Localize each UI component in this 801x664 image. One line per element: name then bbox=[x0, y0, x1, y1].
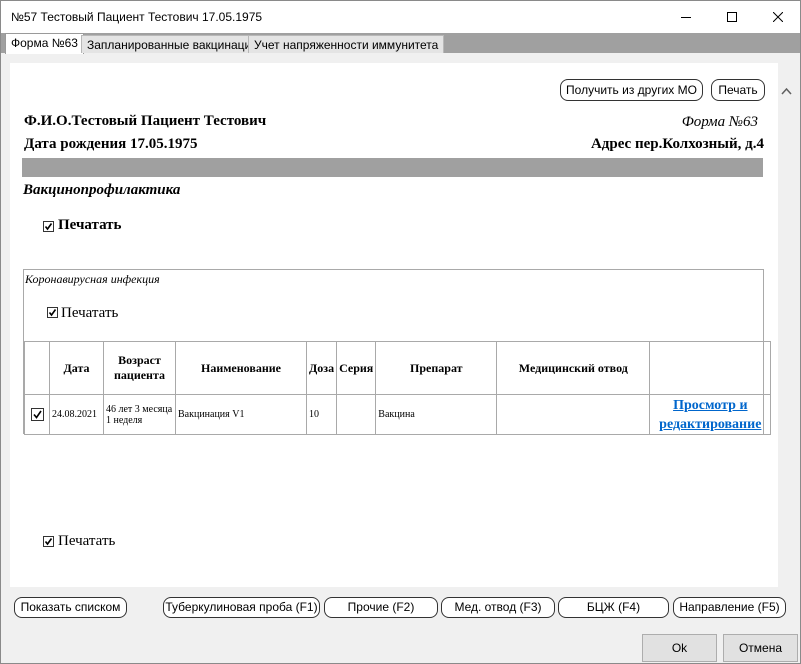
column-header-date: Дата bbox=[49, 341, 104, 395]
group-print-checkbox[interactable] bbox=[47, 307, 58, 318]
tuberculin-test-button[interactable]: Туберкулиновая проба (F1) bbox=[163, 597, 320, 618]
close-icon bbox=[773, 12, 783, 22]
row-age: 46 лет 3 месяца 1 неделя bbox=[103, 394, 176, 435]
column-header-name: Наименование bbox=[175, 341, 307, 395]
row-drug: Вакцина bbox=[375, 394, 498, 435]
section-print-checkbox[interactable] bbox=[43, 221, 54, 232]
window-title: №57 Тестовый Пациент Тестович 17.05.1975 bbox=[11, 10, 263, 24]
print-button[interactable]: Печать bbox=[711, 79, 765, 101]
column-header-age: Возраст пациента bbox=[103, 341, 176, 395]
patient-birthdate: Дата рождения 17.05.1975 bbox=[24, 136, 198, 152]
view-edit-link[interactable]: Просмотр и редактирование bbox=[659, 398, 761, 432]
group-print-label: Печатать bbox=[61, 305, 119, 321]
ok-button[interactable]: Ok bbox=[642, 634, 717, 662]
scroll-up-arrow-icon[interactable] bbox=[778, 83, 795, 100]
checkmark-icon bbox=[32, 410, 42, 419]
minimize-button[interactable] bbox=[663, 1, 709, 33]
row-select-checkbox[interactable] bbox=[30, 408, 44, 421]
column-header-series: Серия bbox=[336, 341, 377, 395]
tab-form63[interactable]: Форма №63 bbox=[5, 33, 84, 54]
column-header-medical-exemption: Медицинский отвод bbox=[496, 341, 651, 395]
form-number: Форма №63 bbox=[681, 114, 758, 130]
maximize-button[interactable] bbox=[709, 1, 755, 33]
tab-bar: Форма №63 Запланированные вакцинации Уче… bbox=[1, 33, 800, 54]
cancel-button[interactable]: Отмена bbox=[723, 634, 798, 662]
column-header-select bbox=[24, 341, 50, 395]
table-row: 24.08.2021 46 лет 3 месяца 1 неделя Вакц… bbox=[24, 394, 772, 435]
close-button[interactable] bbox=[755, 1, 801, 33]
bottom-print-checkbox[interactable] bbox=[43, 536, 54, 547]
checkmark-icon bbox=[44, 223, 53, 231]
patient-address: Адрес пер.Колхозный, д.4 bbox=[590, 136, 764, 152]
bottom-print-label: Печатать bbox=[58, 533, 116, 549]
maximize-icon bbox=[727, 12, 737, 22]
row-action-cell: Просмотр и редактирование bbox=[649, 394, 772, 435]
bcg-button[interactable]: БЦЖ (F4) bbox=[558, 597, 669, 618]
section-divider-band bbox=[22, 158, 763, 177]
patient-fio: Ф.И.О.Тестовый Пациент Тестович bbox=[24, 113, 267, 129]
checkmark-icon bbox=[44, 538, 53, 546]
row-select-cell bbox=[24, 394, 50, 435]
tab-immunity-tension[interactable]: Учет напряженности иммунитета bbox=[248, 35, 445, 53]
referral-button[interactable]: Направление (F5) bbox=[673, 597, 786, 618]
tab-planned-vaccinations[interactable]: Запланированные вакцинации bbox=[81, 35, 264, 53]
row-name: Вакцинация V1 bbox=[175, 394, 307, 435]
show-list-button[interactable]: Показать списком bbox=[14, 597, 127, 618]
row-medical-exemption bbox=[496, 394, 651, 435]
vaccination-table: Дата Возраст пациента Наименование Доза … bbox=[24, 341, 772, 435]
section-print-label: Печатать bbox=[58, 217, 122, 233]
row-date: 24.08.2021 bbox=[49, 394, 104, 435]
title-bar: №57 Тестовый Пациент Тестович 17.05.1975 bbox=[1, 1, 800, 33]
column-header-drug: Препарат bbox=[375, 341, 498, 395]
table-header-row: Дата Возраст пациента Наименование Доза … bbox=[24, 341, 772, 395]
row-dose: 10 bbox=[305, 394, 338, 435]
column-header-dose: Доза bbox=[305, 341, 338, 395]
other-button[interactable]: Прочие (F2) bbox=[324, 597, 438, 618]
get-from-other-mo-button[interactable]: Получить из других МО bbox=[560, 79, 703, 101]
form-content: Получить из других МО Печать Ф.И.О.Тесто… bbox=[10, 63, 778, 587]
minimize-icon bbox=[681, 17, 691, 18]
group-title: Коронавирусная инфекция bbox=[25, 272, 160, 286]
checkmark-icon bbox=[48, 309, 57, 317]
vertical-scrollbar[interactable] bbox=[778, 63, 795, 587]
section-title: Вакцинопрофилактика bbox=[23, 182, 181, 198]
column-header-action bbox=[649, 341, 772, 395]
row-series bbox=[336, 394, 377, 435]
med-exemption-button[interactable]: Мед. отвод (F3) bbox=[441, 597, 555, 618]
